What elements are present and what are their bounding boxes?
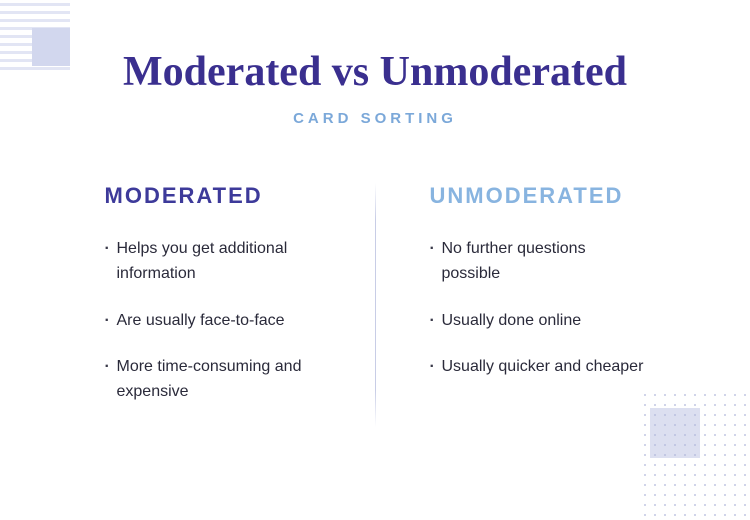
content-container: Moderated vs Unmoderated CARD SORTING MO… xyxy=(0,0,750,467)
unmoderated-list: No further questions possible Usually do… xyxy=(430,237,646,380)
unmoderated-heading: UNMODERATED xyxy=(430,183,646,209)
page-subtitle: CARD SORTING xyxy=(70,110,680,127)
moderated-heading: MODERATED xyxy=(105,183,345,209)
comparison-columns: MODERATED Helps you get additional infor… xyxy=(70,183,680,427)
list-item: No further questions possible xyxy=(430,237,646,287)
list-item: Helps you get additional information xyxy=(105,237,345,287)
list-item: Usually done online xyxy=(430,309,646,334)
moderated-column: MODERATED Helps you get additional infor… xyxy=(85,183,375,427)
moderated-list: Helps you get additional information Are… xyxy=(105,237,345,405)
list-item: More time-consuming and expensive xyxy=(105,355,345,405)
list-item: Are usually face-to-face xyxy=(105,309,345,334)
list-item: Usually quicker and cheaper xyxy=(430,355,646,380)
page-title: Moderated vs Unmoderated xyxy=(70,48,680,96)
unmoderated-column: UNMODERATED No further questions possibl… xyxy=(376,183,666,427)
